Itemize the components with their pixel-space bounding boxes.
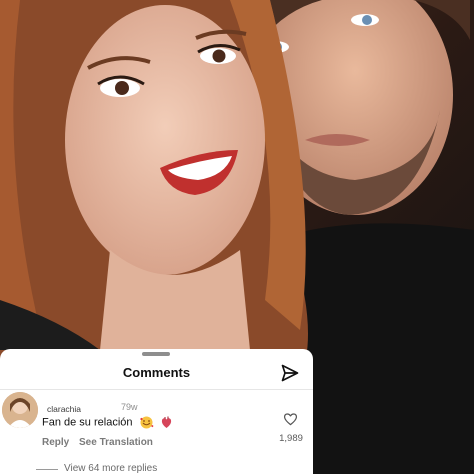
comment-timestamp: 79w: [121, 402, 138, 412]
avatar-image: [2, 392, 38, 428]
comments-title: Comments: [122, 365, 191, 380]
comment-body: Fan de su relación: [42, 416, 133, 429]
header-divider: [0, 389, 313, 390]
avatar[interactable]: [2, 392, 38, 428]
like-count: 1,989: [279, 433, 303, 444]
reply-button[interactable]: Reply: [42, 437, 69, 448]
screenshot: Comments clarachia 79w Fan de su relació…: [0, 0, 474, 474]
comment-text: Fan de su relación: [42, 416, 173, 429]
replies-divider-line: [36, 469, 58, 470]
sheet-grabber[interactable]: [142, 352, 170, 356]
heart-outline-icon[interactable]: [283, 412, 298, 426]
see-translation-button[interactable]: See Translation: [79, 437, 153, 448]
comment-username[interactable]: clarachia: [47, 404, 81, 414]
smiling-face-with-hearts-icon: [139, 416, 154, 429]
anatomical-heart-icon: [161, 416, 171, 428]
paper-plane-icon[interactable]: [280, 363, 300, 383]
view-more-replies-button[interactable]: View 64 more replies: [64, 463, 157, 474]
